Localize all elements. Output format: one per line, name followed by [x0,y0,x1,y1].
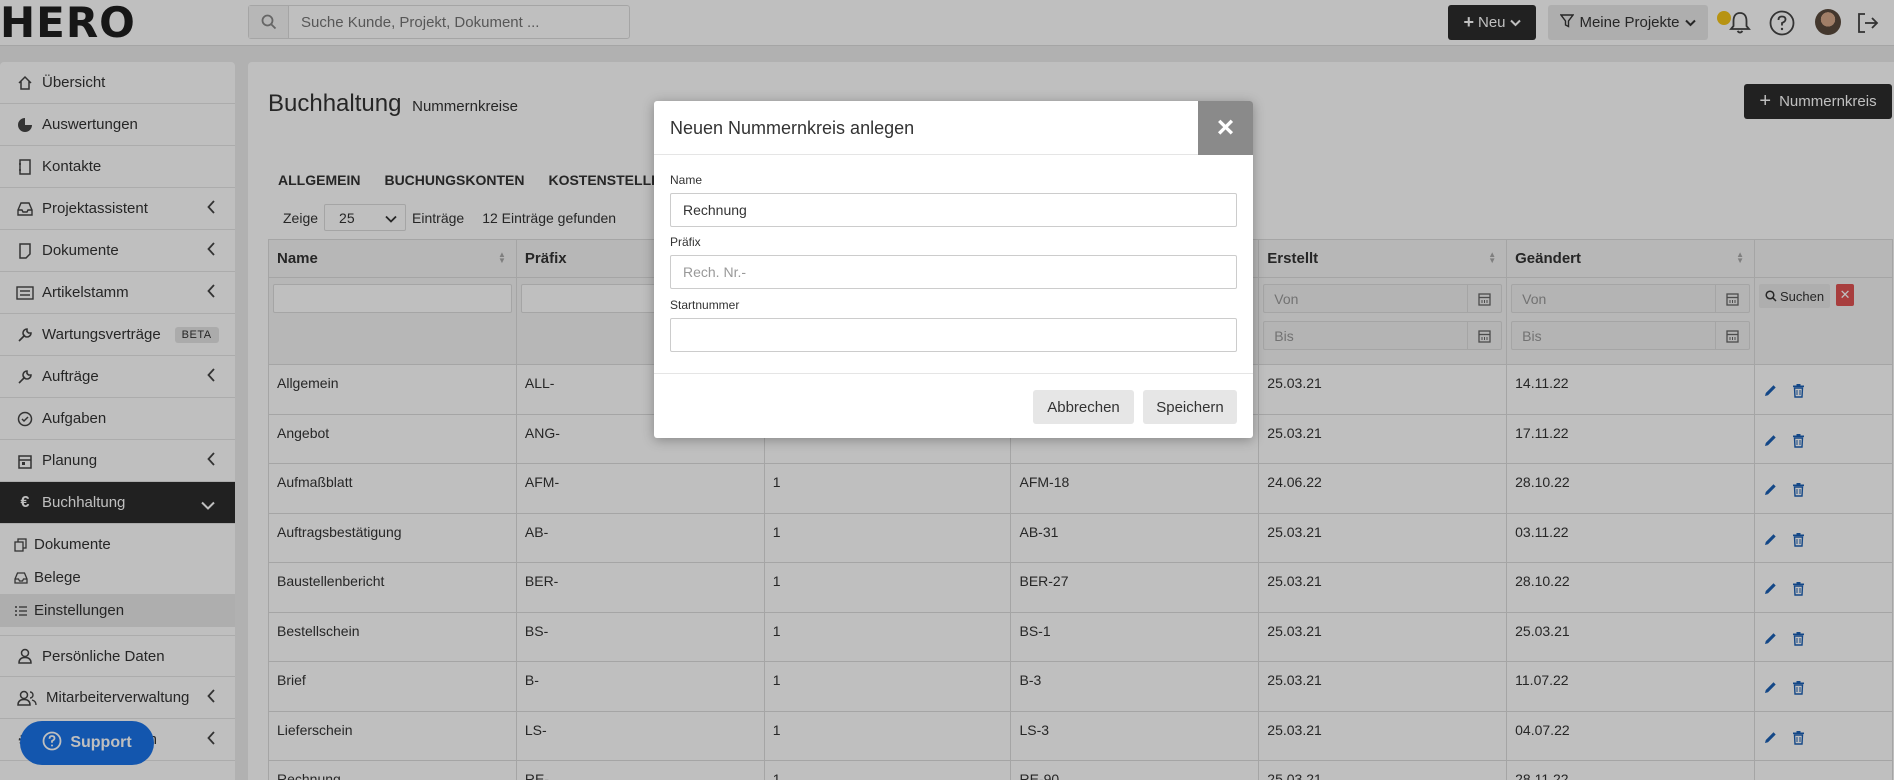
dialog-header: Neuen Nummernkreis anlegen × [654,101,1253,155]
name-field-label: Name [670,173,703,187]
prefix-field-label: Präfix [670,235,701,249]
close-icon[interactable]: × [1198,101,1253,155]
prefix-field[interactable]: Rech. Nr.- [670,255,1237,289]
save-button[interactable]: Speichern [1143,390,1237,424]
start-number-field-label: Startnummer [670,298,740,312]
dialog-footer: Abbrechen Speichern [654,373,1253,438]
cancel-button[interactable]: Abbrechen [1033,390,1134,424]
dialog-title: Neuen Nummernkreis anlegen [670,118,915,138]
name-field[interactable]: Rechnung [670,193,1237,227]
new-number-range-dialog: Neuen Nummernkreis anlegen × Name Rechnu… [654,101,1253,438]
start-number-field[interactable] [670,318,1237,352]
